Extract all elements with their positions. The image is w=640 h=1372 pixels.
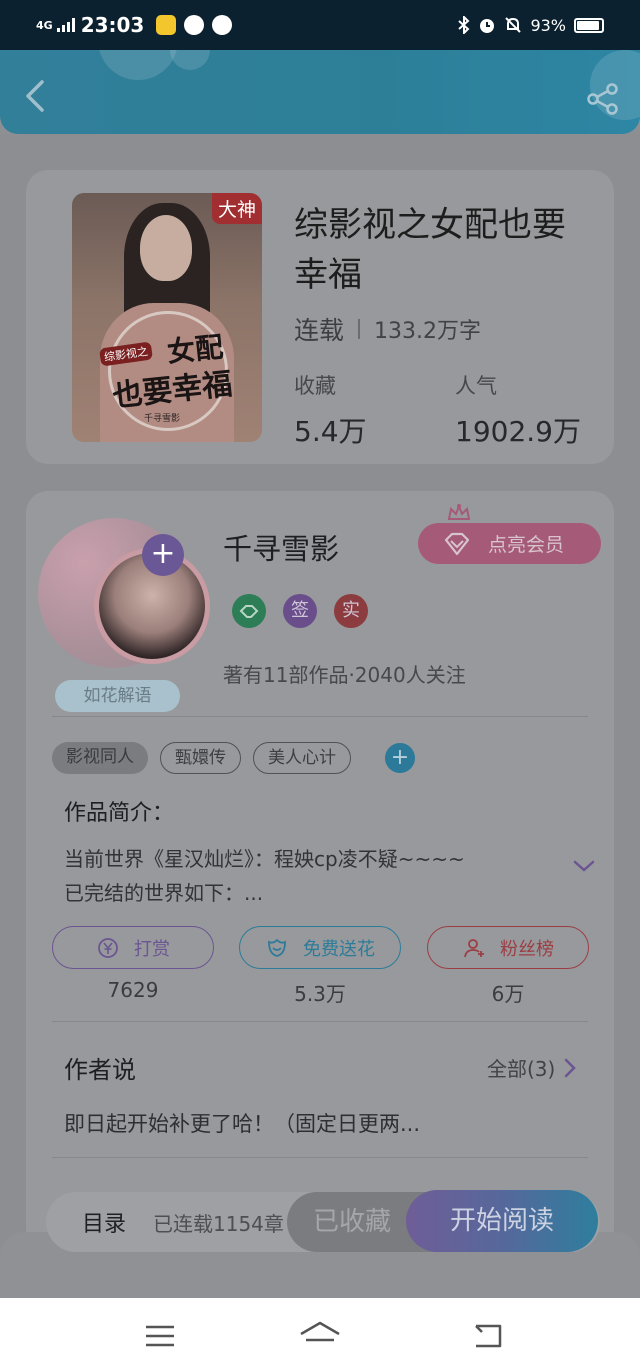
system-nav-bar — [0, 1298, 640, 1372]
all-label: 全部(3) — [487, 1057, 556, 1081]
qq-icon — [184, 15, 205, 35]
tip-button[interactable]: 打赏 — [52, 926, 214, 969]
tag-item[interactable]: 美人心计 — [253, 742, 351, 774]
diamond-icon — [444, 532, 470, 555]
fan-ranking-label: 粉丝榜 — [500, 938, 554, 960]
toc-button[interactable]: 目录 — [82, 1206, 126, 1238]
chevron-down-icon[interactable] — [572, 858, 596, 874]
author-badges: 签 实 — [232, 594, 368, 628]
tag-item[interactable]: 影视同人 — [52, 742, 148, 774]
start-reading-button[interactable]: 开始阅读 — [406, 1190, 598, 1252]
divider — [358, 319, 361, 339]
back-button[interactable] — [20, 78, 50, 114]
add-tag-button[interactable]: + — [385, 743, 415, 773]
stat-favorites-label: 收藏 — [294, 374, 336, 398]
serial-status: 连载 — [294, 316, 345, 345]
intro-text[interactable]: 当前世界《星汉灿烂》：程姎cp凌不疑~~~~ 已完结的世界如下：... — [64, 842, 554, 910]
mute-icon — [505, 17, 522, 33]
cover-badge: 大神 — [211, 193, 262, 224]
chapter-count[interactable]: 已连载1154章 — [153, 1208, 293, 1237]
divider — [52, 1021, 588, 1022]
stat-popularity-value: 1902.9万 — [455, 415, 581, 448]
intro-line: 已完结的世界如下：... — [64, 881, 264, 905]
yen-coin-icon — [98, 937, 118, 958]
word-count: 133.2万字 — [374, 319, 481, 344]
status-bar: 4G 23:03 93% — [0, 0, 640, 50]
book-title: 综影视之女配也要幸福 — [294, 205, 566, 295]
author-name[interactable]: 千寻雪影 — [223, 526, 339, 568]
fan-ranking-button[interactable]: 粉丝榜 — [427, 926, 589, 969]
avatar-frame-tag: 如花解语 — [55, 680, 180, 712]
fan-count: 6万 — [491, 982, 525, 1006]
leaf-icon — [212, 15, 233, 35]
signed-badge: 签 — [283, 594, 317, 628]
app-notification-icon — [156, 15, 177, 35]
back-nav-icon[interactable] — [472, 1322, 504, 1350]
chevron-right-icon — [565, 1058, 577, 1077]
book-status-row: 连载 133.2万字 — [294, 311, 481, 347]
bluetooth-icon — [458, 16, 470, 34]
alarm-icon — [480, 19, 495, 33]
verified-badge: 实 — [334, 594, 368, 628]
author-says-title: 作者说 — [64, 1056, 136, 1084]
author-meta: 著有11部作品·2040人关注 — [223, 663, 466, 687]
fans-icon — [464, 938, 484, 957]
vip-label: 点亮会员 — [488, 534, 565, 556]
cover-author: 千寻雪影 — [144, 414, 181, 424]
crown-icon — [447, 503, 471, 520]
tag-list: 影视同人 甄嬛传 美人心计 + — [52, 742, 415, 774]
divider — [52, 716, 588, 717]
handshake-icon — [232, 594, 266, 628]
send-flower-label: 免费送花 — [303, 938, 375, 960]
stat-favorites-value: 5.4万 — [294, 415, 367, 448]
flower-count: 5.3万 — [294, 982, 346, 1006]
network-label: 4G — [36, 18, 53, 32]
divider — [52, 1157, 588, 1158]
author-says-all-link[interactable]: 全部(3) — [487, 1053, 577, 1082]
stat-popularity-label: 人气 — [455, 374, 497, 398]
author-says-text[interactable]: 即日起开始补更了哈！（固定日更两... — [64, 1108, 420, 1138]
header-bar — [0, 50, 640, 134]
menu-icon[interactable] — [144, 1324, 176, 1348]
tip-label: 打赏 — [134, 938, 170, 960]
follow-author-button[interactable]: + — [142, 534, 184, 576]
intro-line: 当前世界《星汉灿烂》：程姎cp凌不疑~~~~ — [64, 847, 465, 871]
battery-percent: 93% — [530, 15, 566, 35]
send-flower-button[interactable]: 免费送花 — [239, 926, 401, 969]
clock: 23:03 — [80, 13, 145, 37]
book-cover[interactable]: 综影视之 女配 也要幸福 千寻雪影 大神 — [72, 193, 262, 442]
vip-button[interactable]: 点亮会员 — [418, 523, 601, 564]
flower-icon — [268, 938, 286, 957]
battery-icon — [574, 17, 604, 33]
tag-item[interactable]: 甄嬛传 — [160, 742, 241, 774]
home-icon[interactable] — [298, 1320, 342, 1350]
tip-count: 7629 — [107, 978, 159, 1002]
signal-icon — [56, 18, 75, 32]
share-button[interactable] — [586, 82, 620, 116]
intro-title: 作品简介： — [64, 801, 175, 826]
